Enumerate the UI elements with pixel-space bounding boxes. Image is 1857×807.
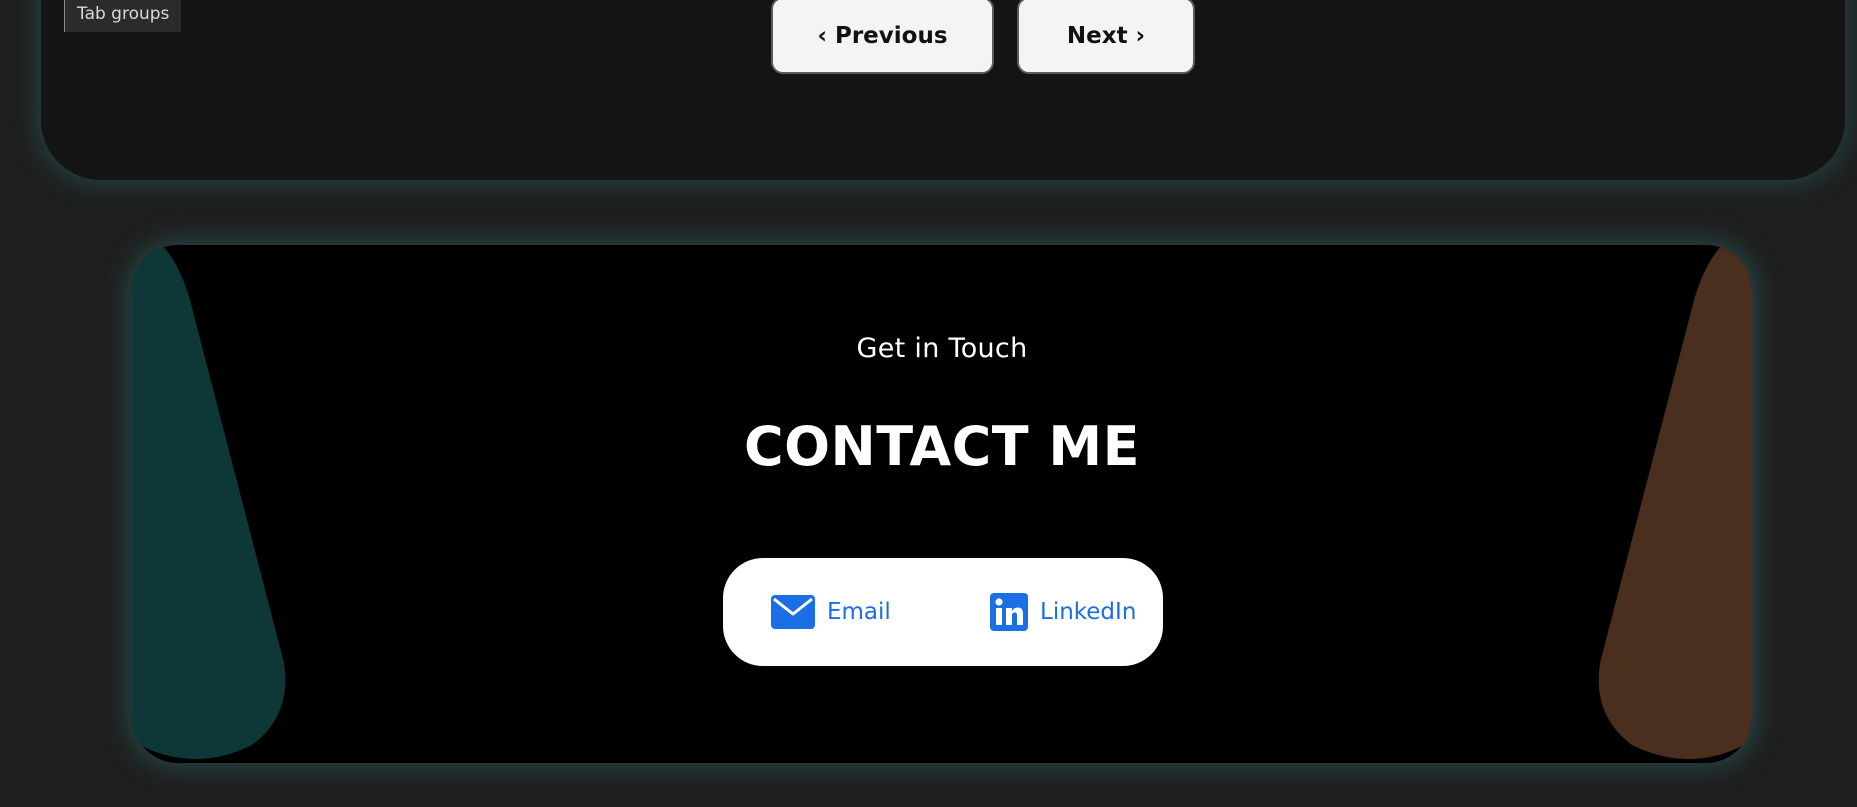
left-decorative-shape xyxy=(132,245,286,760)
linkedin-link[interactable]: LinkedIn xyxy=(990,558,1136,666)
email-link-label: Email xyxy=(827,599,891,625)
right-decorative-shape xyxy=(1598,245,1752,760)
tab-groups-button[interactable]: Tab groups xyxy=(64,0,182,32)
next-button[interactable]: Next › xyxy=(1017,0,1195,74)
contact-title: CONTACT ME xyxy=(743,415,1141,478)
envelope-icon xyxy=(771,595,815,629)
next-button-label: Next › xyxy=(1066,22,1146,49)
email-link[interactable]: Email xyxy=(771,558,891,666)
decorative-shapes xyxy=(132,245,1752,760)
contact-subtitle: Get in Touch xyxy=(856,333,1028,364)
previous-section-panel: ‹ Previous Next › xyxy=(41,0,1845,180)
linkedin-link-label: LinkedIn xyxy=(1040,599,1137,625)
linkedin-icon xyxy=(990,593,1028,631)
contact-card: Get in Touch CONTACT ME Email LinkedIn xyxy=(132,245,1752,763)
contact-links: Email LinkedIn xyxy=(723,558,1163,666)
tab-groups-label: Tab groups xyxy=(77,4,170,24)
previous-button[interactable]: ‹ Previous xyxy=(771,0,994,74)
page: ‹ Previous Next › Tab groups Get in Touc… xyxy=(0,0,1857,807)
previous-button-label: ‹ Previous xyxy=(817,22,948,49)
